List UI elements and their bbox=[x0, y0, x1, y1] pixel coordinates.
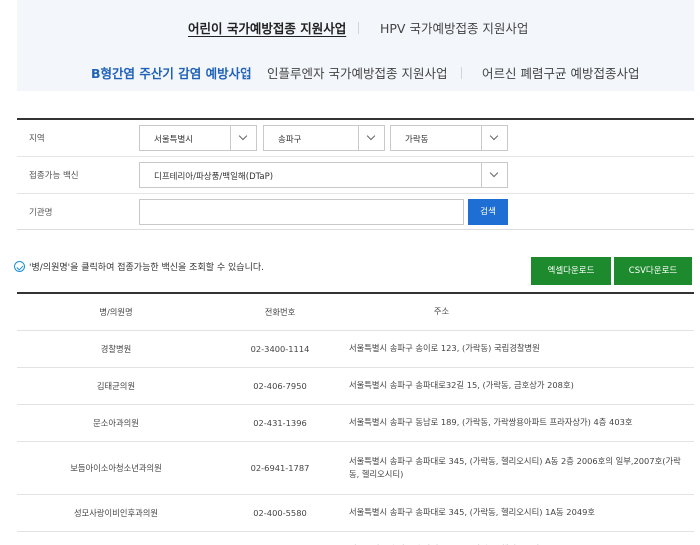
clinic-phone: 02-6941-1787 bbox=[215, 441, 345, 495]
region-row: 지역 서울특별시 송파구 가락동 bbox=[17, 120, 694, 157]
institution-row: 기관명 검색 bbox=[17, 194, 694, 231]
table-header-row: 병/의원명 전화번호 주소 bbox=[17, 293, 694, 331]
search-form: 지역 서울특별시 송파구 가락동 접종가능 백신 디프테리아/파상풍/백일해(D… bbox=[17, 118, 694, 230]
vaccine-select[interactable]: 디프테리아/파상풍/백일해(DTaP) bbox=[139, 162, 508, 188]
tab-divider bbox=[246, 67, 247, 79]
notice-text: '병/의원명'을 클릭하여 접종가능한 백신을 조회할 수 있습니다. bbox=[14, 260, 264, 273]
vaccine-label: 접종가능 백신 bbox=[29, 171, 79, 181]
table-row: 성모사랑이비인후과의원 02-400-5580 서울특별시 송파구 송파대로 3… bbox=[17, 494, 694, 532]
clinic-address: 서울특별시 송파구 송파대로 345, (가락동, 헬리오시티) 2037호,2… bbox=[345, 531, 694, 545]
clinic-address: 서울특별시 송파구 송이로 123, (가락동) 국립경찰병원 bbox=[345, 330, 694, 368]
csv-download-button[interactable]: CSV다운로드 bbox=[614, 257, 692, 285]
clinic-phone: 02-3400-1114 bbox=[215, 330, 345, 368]
tab-influenza[interactable]: 인플루엔자 국가예방접종 지원사업 bbox=[267, 63, 447, 82]
excel-download-button[interactable]: 엑셀다운로드 bbox=[531, 257, 611, 285]
clinic-address: 서울특별시 송파구 송파대로32길 15, (가락동, 금호상가 208호) bbox=[345, 367, 694, 405]
tab-hpv-vaccination[interactable]: HPV 국가예방접종 지원사업 bbox=[380, 18, 528, 37]
institution-input[interactable] bbox=[139, 199, 464, 225]
clinic-phone: 02-400-5580 bbox=[215, 494, 345, 532]
tab-divider bbox=[461, 67, 462, 79]
table-row: 송파우리들의원 02-448-8275 서울특별시 송파구 송파대로 345, … bbox=[17, 531, 694, 545]
chevron-down-icon bbox=[481, 126, 507, 150]
clinic-address: 서울특별시 송파구 송파대로 345, (가락동, 헬리오시티) A동 2층 2… bbox=[345, 441, 694, 495]
tab-child-vaccination[interactable]: 어린이 국가예방접종 지원사업 bbox=[188, 18, 346, 37]
check-circle-icon bbox=[14, 261, 25, 272]
col-header-address: 주소 bbox=[345, 293, 694, 331]
chevron-down-icon bbox=[481, 163, 507, 187]
table-row: 김태균의원 02-406-7950 서울특별시 송파구 송파대로32길 15, … bbox=[17, 367, 694, 405]
table-row: 경찰병원 02-3400-1114 서울특별시 송파구 송이로 123, (가락… bbox=[17, 330, 694, 368]
tab-divider bbox=[358, 22, 359, 34]
search-button[interactable]: 검색 bbox=[468, 199, 508, 225]
clinic-phone: 02-431-1396 bbox=[215, 404, 345, 442]
col-header-phone: 전화번호 bbox=[215, 293, 345, 331]
clinic-address: 서울특별시 송파구 동남로 189, (가락동, 가락쌍용아파트 프라자상가) … bbox=[345, 404, 694, 442]
region-label: 지역 bbox=[29, 134, 45, 144]
clinic-name-link[interactable]: 성모사랑이비인후과의원 bbox=[17, 494, 215, 532]
clinic-name-link[interactable]: 보듬아이소아청소년과의원 bbox=[17, 441, 215, 495]
results-table: 병/의원명 전화번호 주소 경찰병원 02-3400-1114 서울특별시 송파… bbox=[17, 292, 694, 545]
dong-select[interactable]: 가락동 bbox=[390, 125, 508, 151]
vaccine-row: 접종가능 백신 디프테리아/파상풍/백일해(DTaP) bbox=[17, 157, 694, 194]
chevron-down-icon bbox=[358, 126, 384, 150]
clinic-address: 서울특별시 송파구 송파대로 345, (가락동, 헬리오시티) 1A동 204… bbox=[345, 494, 694, 532]
clinic-name-link[interactable]: 경찰병원 bbox=[17, 330, 215, 368]
tab-pneumococcal[interactable]: 어르신 폐렴구균 예방접종사업 bbox=[482, 63, 639, 82]
chevron-down-icon bbox=[230, 126, 256, 150]
clinic-phone: 02-406-7950 bbox=[215, 367, 345, 405]
city-select[interactable]: 서울특별시 bbox=[139, 125, 257, 151]
district-select[interactable]: 송파구 bbox=[263, 125, 385, 151]
institution-label: 기관명 bbox=[29, 208, 53, 218]
clinic-name-link[interactable]: 김태균의원 bbox=[17, 367, 215, 405]
clinic-name-link[interactable]: 문소아과의원 bbox=[17, 404, 215, 442]
program-tabs: 어린이 국가예방접종 지원사업 HPV 국가예방접종 지원사업 B형간염 주산기… bbox=[17, 0, 694, 91]
clinic-name-link[interactable]: 송파우리들의원 bbox=[17, 531, 215, 545]
tab-hepatitis-b[interactable]: B형간염 주산기 감염 예방사업 bbox=[91, 63, 252, 82]
clinic-phone: 02-448-8275 bbox=[215, 531, 345, 545]
col-header-name: 병/의원명 bbox=[17, 293, 215, 331]
table-row: 보듬아이소아청소년과의원 02-6941-1787 서울특별시 송파구 송파대로… bbox=[17, 441, 694, 495]
table-row: 문소아과의원 02-431-1396 서울특별시 송파구 동남로 189, (가… bbox=[17, 404, 694, 442]
